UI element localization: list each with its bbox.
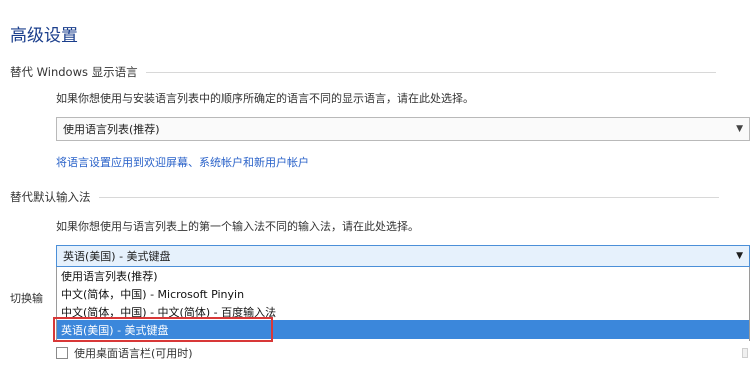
display-language-description: 如果你想使用与安装语言列表中的顺序所确定的语言不同的显示语言，请在此处选择。 (56, 92, 474, 105)
highlight-box (53, 317, 273, 342)
scrollbar-edge[interactable] (742, 348, 748, 358)
chevron-down-icon: ▼ (736, 251, 743, 261)
switch-section-label: 切换输 (10, 292, 43, 305)
checkbox-label: 使用桌面语言栏(可用时) (74, 347, 193, 360)
input-method-description: 如果你想使用与语言列表上的第一个输入法不同的输入法，请在此处选择。 (56, 220, 419, 233)
input-method-select[interactable]: 英语(美国) - 美式键盘 ▼ (56, 245, 750, 267)
section-divider (98, 196, 719, 198)
display-language-select[interactable]: 使用语言列表(推荐) ▼ (56, 117, 750, 141)
chevron-down-icon: ▼ (736, 124, 743, 134)
section-divider (145, 71, 716, 73)
section-input-method-header: 替代默认输入法 (10, 189, 719, 205)
list-item[interactable]: 使用语言列表(推荐) (57, 267, 749, 284)
desktop-language-bar-checkbox-row[interactable]: 使用桌面语言栏(可用时) (56, 345, 193, 361)
input-method-select-value: 英语(美国) - 美式键盘 (63, 250, 171, 263)
list-item[interactable]: 中文(简体，中国) - Microsoft Pinyin (57, 285, 749, 302)
apply-settings-link[interactable]: 将语言设置应用到欢迎屏幕、系统帐户和新用户帐户 (56, 154, 309, 170)
page-title: 高级设置 (10, 26, 78, 46)
display-language-select-value: 使用语言列表(推荐) (63, 123, 160, 136)
checkbox[interactable] (56, 347, 68, 359)
section-display-language-title: 替代 Windows 显示语言 (10, 65, 138, 79)
section-display-language-header: 替代 Windows 显示语言 (10, 64, 716, 80)
section-input-method-title: 替代默认输入法 (10, 190, 91, 204)
